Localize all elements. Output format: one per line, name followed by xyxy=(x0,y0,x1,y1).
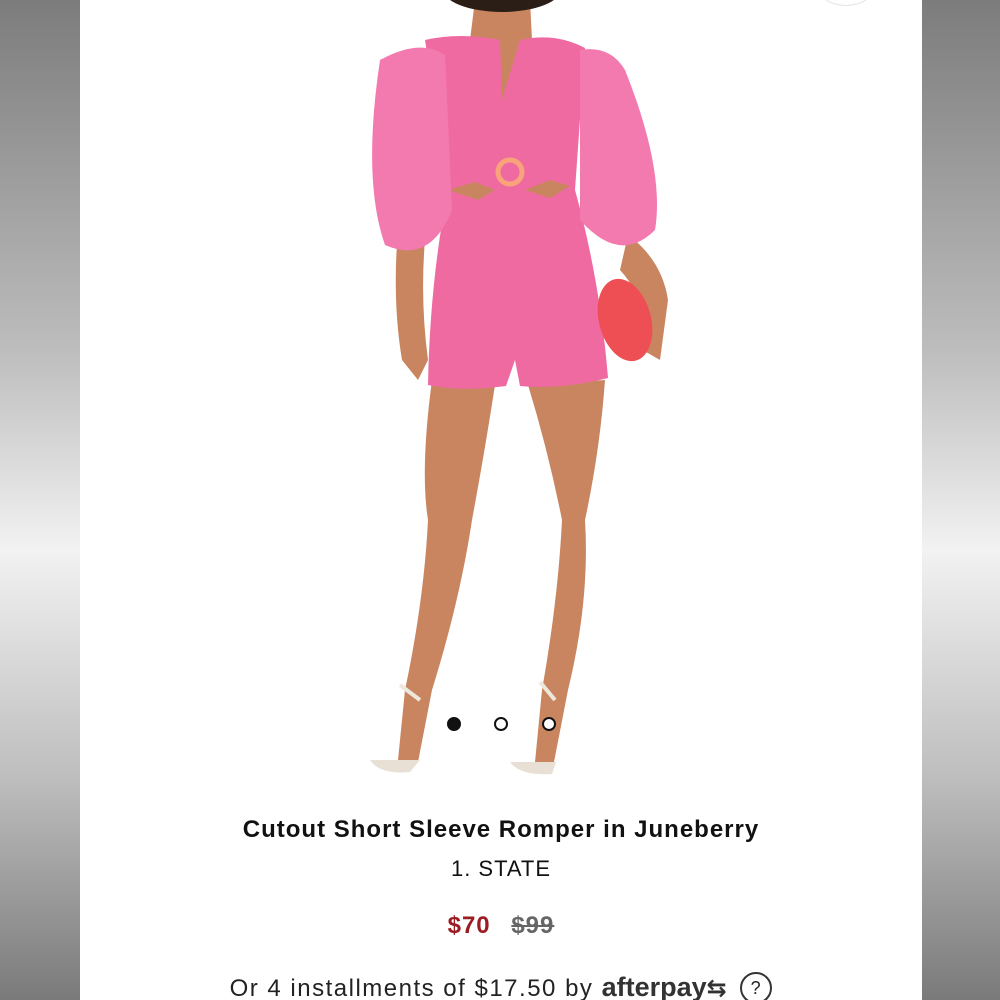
model-left-leg xyxy=(398,380,495,762)
product-image[interactable] xyxy=(80,0,922,800)
left-sandal xyxy=(370,760,420,773)
afterpay-installments: Or 4 installments of $17.50 by afterpay⇆… xyxy=(80,972,922,1000)
model-left-arm xyxy=(395,230,428,380)
carousel-dot-3[interactable] xyxy=(542,717,556,731)
left-backdrop xyxy=(0,0,80,1000)
carousel-dots xyxy=(80,715,922,735)
price-row: $70 $99 xyxy=(80,912,922,940)
model-right-leg xyxy=(528,380,605,762)
original-price: $99 xyxy=(511,912,555,939)
product-brand[interactable]: 1. STATE xyxy=(80,856,922,882)
romper-left-sleeve xyxy=(372,47,452,251)
model-hair xyxy=(450,0,554,12)
product-title: Cutout Short Sleeve Romper in Juneberry xyxy=(242,816,760,843)
carousel-dot-1[interactable] xyxy=(447,717,461,731)
afterpay-logo: afterpay xyxy=(601,972,707,1000)
right-backdrop xyxy=(922,0,1000,1000)
product-page: Cutout Short Sleeve Romper in Juneberry … xyxy=(80,0,922,1000)
sale-price: $70 xyxy=(447,912,491,939)
carousel-dot-2[interactable] xyxy=(494,717,508,731)
romper-right-sleeve xyxy=(580,49,657,246)
installments-text: Or 4 installments of $17.50 by xyxy=(229,975,594,1000)
afterpay-arrows-icon: ⇆ xyxy=(706,975,729,1000)
right-sandal xyxy=(510,762,556,775)
question-circle-icon[interactable]: ? xyxy=(740,972,773,1000)
